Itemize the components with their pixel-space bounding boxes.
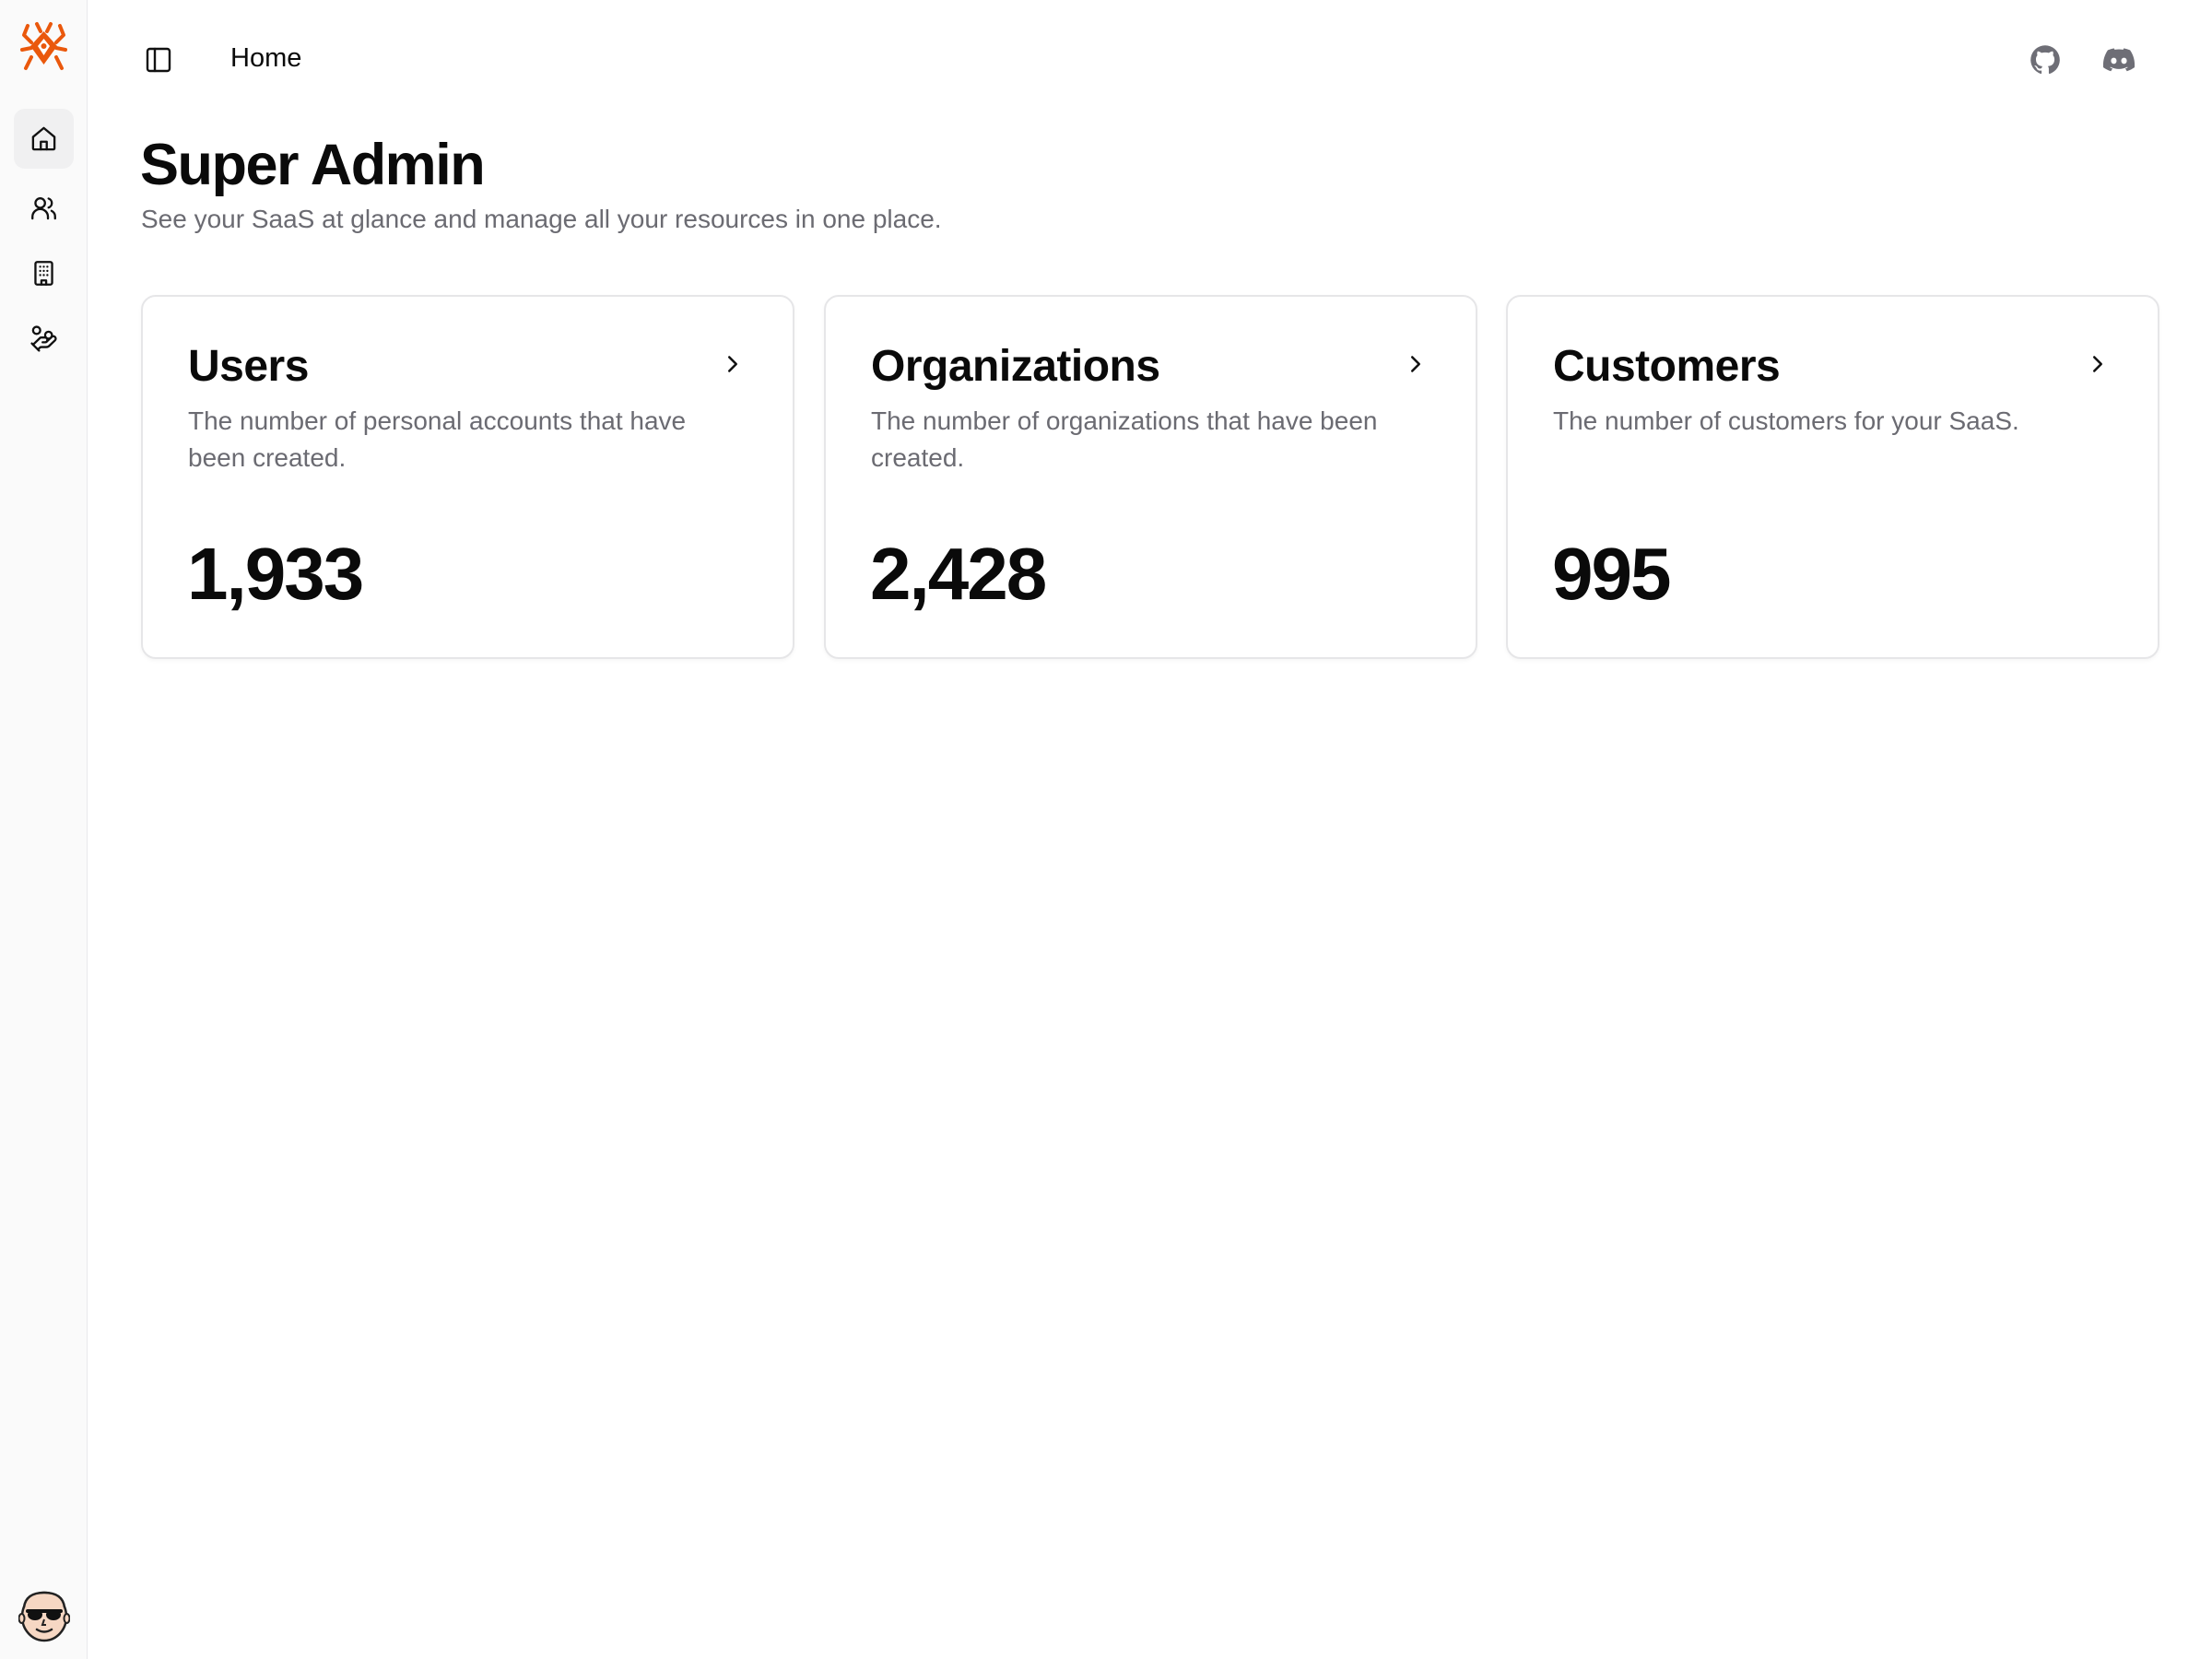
spider-logo-icon[interactable] bbox=[18, 18, 69, 74]
users-icon bbox=[31, 197, 56, 220]
sidebar-item-organizations[interactable] bbox=[14, 243, 74, 303]
card-title: Users bbox=[188, 342, 309, 391]
card-value: 1,933 bbox=[187, 533, 364, 615]
discord-link[interactable] bbox=[2098, 39, 2140, 81]
panel-left-icon bbox=[146, 47, 171, 73]
card-description: The number of customers for your SaaS. bbox=[1553, 406, 2019, 435]
chevron-right-icon bbox=[1411, 356, 1420, 372]
sidebar-item-users[interactable] bbox=[14, 178, 74, 238]
sidebar-item-home[interactable] bbox=[14, 109, 74, 169]
page-title: Super Admin bbox=[140, 133, 486, 197]
github-icon bbox=[2030, 45, 2060, 74]
card-description: The number of organizations that have be… bbox=[871, 406, 1378, 472]
card-value: 995 bbox=[1552, 533, 1671, 615]
chevron-right-icon bbox=[2093, 356, 2102, 372]
card-value: 2,428 bbox=[870, 533, 1047, 615]
chevron-right-icon bbox=[728, 356, 737, 372]
github-link[interactable] bbox=[2024, 39, 2066, 81]
user-avatar[interactable] bbox=[18, 1587, 71, 1642]
discord-icon bbox=[2102, 48, 2136, 72]
customers-card[interactable]: Customers The number of customers for yo… bbox=[1506, 295, 2159, 659]
sidebar bbox=[0, 0, 88, 1659]
users-card[interactable]: Users The number of personal accounts th… bbox=[141, 295, 794, 659]
sidebar-toggle-button[interactable] bbox=[138, 40, 179, 80]
organizations-card[interactable]: Organizations The number of organization… bbox=[824, 295, 1477, 659]
card-description: The number of personal accounts that hav… bbox=[188, 406, 687, 472]
page-subtitle: See your SaaS at glance and manage all y… bbox=[141, 205, 942, 233]
card-title: Organizations bbox=[871, 342, 1160, 391]
card-title: Customers bbox=[1553, 342, 1781, 391]
sidebar-item-customers[interactable] bbox=[14, 309, 74, 369]
hand-coins-icon bbox=[30, 325, 57, 352]
breadcrumb: Home bbox=[230, 43, 302, 73]
building-icon bbox=[34, 261, 53, 286]
home-icon bbox=[31, 126, 56, 151]
